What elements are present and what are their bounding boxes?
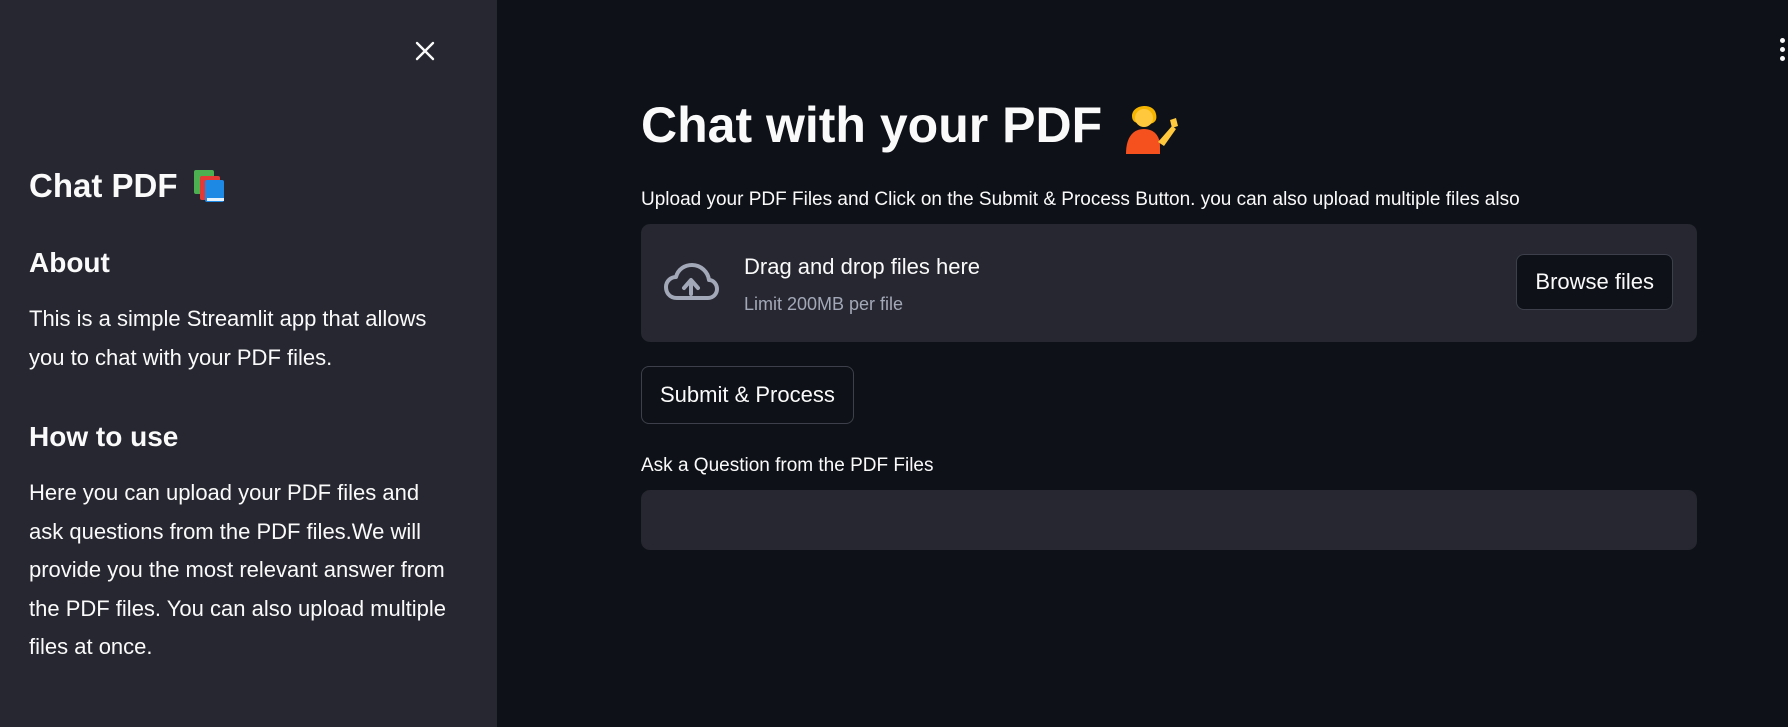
sidebar: Chat PDF About This is a simple Streamli… xyxy=(0,0,497,727)
sidebar-content: Chat PDF About This is a simple Streamli… xyxy=(29,165,449,667)
browse-files-button[interactable]: Browse files xyxy=(1516,254,1673,310)
dropzone-limit: Limit 200MB per file xyxy=(744,294,904,314)
sidebar-title: Chat PDF xyxy=(29,165,449,207)
cloud-upload-icon xyxy=(664,263,719,300)
about-text: This is a simple Streamlit app that allo… xyxy=(29,306,427,370)
close-sidebar-button[interactable] xyxy=(410,36,440,66)
upload-label: Upload your PDF Files and Click on the S… xyxy=(641,189,1520,210)
dropzone-title: Drag and drop files here xyxy=(744,254,981,279)
sidebar-title-text: Chat PDF xyxy=(29,167,178,204)
question-input[interactable] xyxy=(641,490,1697,550)
submit-process-button[interactable]: Submit & Process xyxy=(641,366,854,424)
how-to-use-text: Here you can upload your PDF files and a… xyxy=(29,480,447,659)
page-title-text: Chat with your PDF xyxy=(641,97,1103,153)
person-tipping-hand-icon xyxy=(1126,105,1179,154)
books-icon xyxy=(193,170,224,202)
file-dropzone[interactable]: Drag and drop files here Limit 200MB per… xyxy=(641,224,1697,342)
page-title: Chat with your PDF xyxy=(641,92,1179,158)
close-icon xyxy=(415,41,435,61)
question-label: Ask a Question from the PDF Files xyxy=(641,455,934,476)
about-heading: About xyxy=(29,247,110,278)
kebab-menu-icon[interactable] xyxy=(1776,38,1788,68)
how-to-use-heading: How to use xyxy=(29,421,179,452)
